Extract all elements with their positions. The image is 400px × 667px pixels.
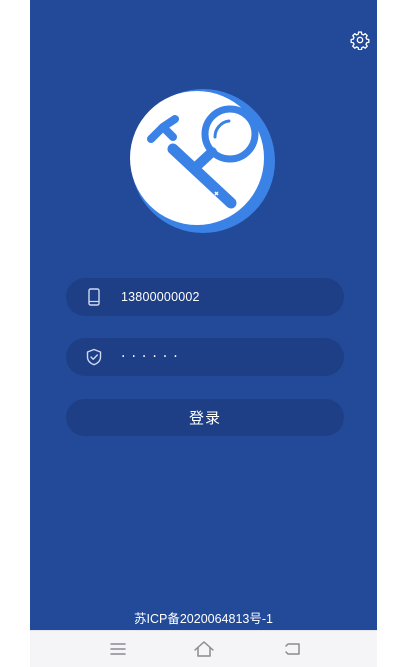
phone-icon — [88, 288, 100, 306]
home-icon[interactable] — [193, 639, 215, 659]
wrench-magnifier-icon — [130, 89, 275, 233]
icp-footer: 苏ICP备2020064813号-1 — [134, 612, 273, 626]
menu-icon[interactable] — [108, 639, 128, 659]
phone-input[interactable]: 13800000002 — [121, 290, 200, 304]
login-button[interactable]: 登录 — [66, 399, 344, 436]
password-input[interactable]: ······ — [121, 349, 184, 365]
shield-check-icon — [86, 348, 102, 366]
back-icon[interactable] — [283, 639, 303, 659]
password-field[interactable]: ······ — [66, 338, 344, 376]
gear-icon[interactable] — [350, 30, 370, 50]
system-nav-bar — [30, 630, 377, 667]
phone-field[interactable]: 13800000002 — [66, 278, 344, 316]
login-screen: 13800000002 ······ 登录 — [30, 0, 377, 630]
